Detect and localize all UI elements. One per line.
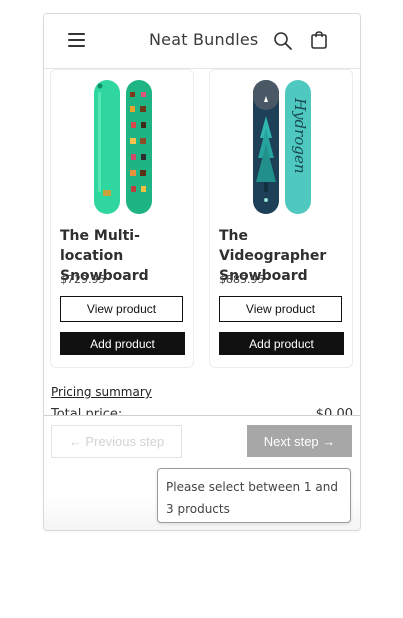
product-price: $885.95 bbox=[219, 273, 265, 286]
previous-step-button[interactable]: ← Previous step bbox=[51, 425, 182, 458]
selection-tooltip: Please select between 1 and 3 products bbox=[157, 468, 351, 523]
product-image: Hydrogen bbox=[210, 78, 352, 214]
hamburger-menu-icon[interactable] bbox=[68, 33, 85, 47]
cart-icon[interactable] bbox=[309, 30, 329, 50]
view-product-button[interactable]: View product bbox=[60, 296, 183, 322]
svg-text:Hydrogen: Hydrogen bbox=[291, 97, 309, 174]
product-card: Hydrogen The Videographer Snowboard $885… bbox=[209, 69, 353, 368]
app-frame: Neat Bundles The Multi-location Snowboar… bbox=[43, 13, 361, 531]
total-price-label: Total price: bbox=[51, 407, 123, 415]
product-list[interactable]: The Multi-location Snowboard $729.95 Vie… bbox=[44, 69, 360, 415]
product-image bbox=[51, 78, 193, 214]
product-card: The Multi-location Snowboard $729.95 Vie… bbox=[50, 69, 194, 368]
total-price-value: $0.00 bbox=[315, 407, 353, 415]
step-footer: ← Previous step Next step → Please selec… bbox=[44, 415, 360, 530]
shop-title: Neat Bundles bbox=[149, 30, 259, 49]
next-step-button[interactable]: Next step → bbox=[247, 425, 352, 457]
header: Neat Bundles bbox=[44, 14, 360, 69]
add-product-button[interactable]: Add product bbox=[219, 332, 344, 355]
pricing-summary-link[interactable]: Pricing summary bbox=[51, 385, 152, 399]
product-price: $729.95 bbox=[60, 273, 106, 286]
view-product-button[interactable]: View product bbox=[219, 296, 342, 322]
add-product-button[interactable]: Add product bbox=[60, 332, 185, 355]
search-icon[interactable] bbox=[273, 31, 293, 51]
